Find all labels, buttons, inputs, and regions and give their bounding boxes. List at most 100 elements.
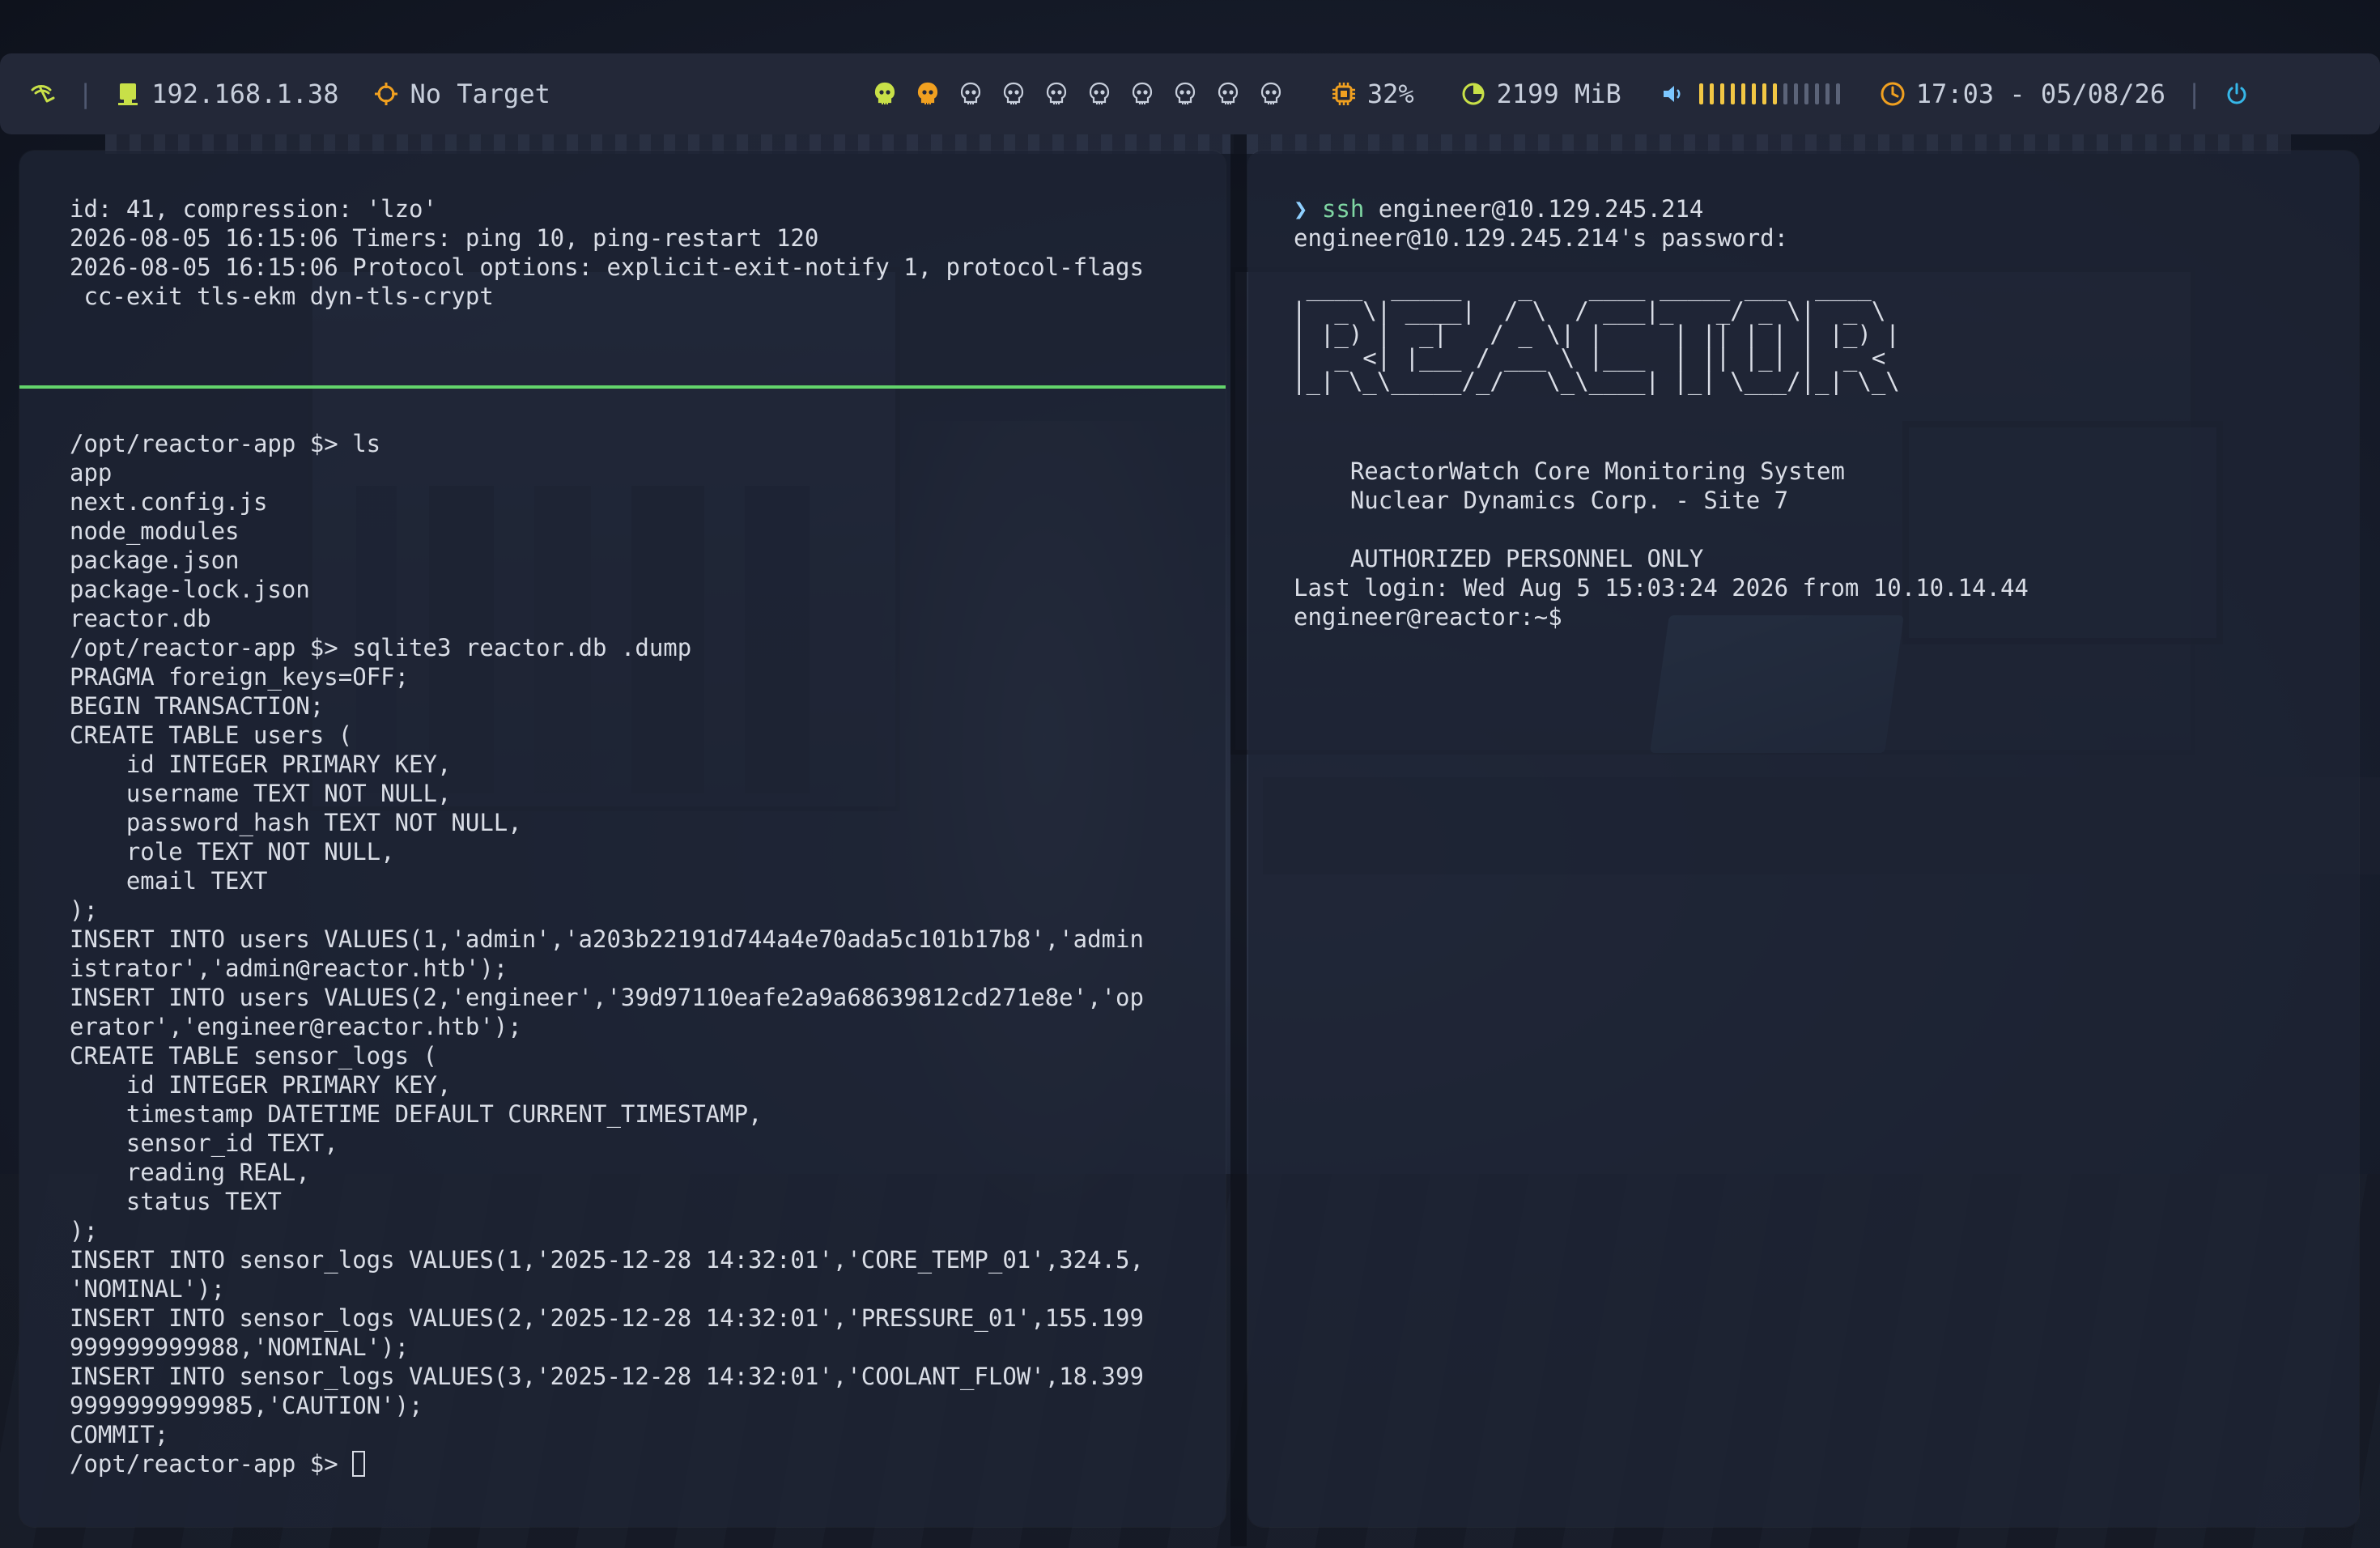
- workspace-skull-icon[interactable]: [874, 82, 895, 106]
- shell-prompt: /opt/reactor-app $>: [70, 1450, 353, 1478]
- motd-line: engineer@reactor:~$: [1294, 603, 1577, 631]
- output-line: reading REAL,: [70, 1159, 310, 1186]
- output-line: istrator','admin@reactor.htb');: [70, 955, 508, 982]
- volume-tick: [1804, 83, 1808, 104]
- volume-tick: [1762, 83, 1766, 104]
- workspace-skull-icon[interactable]: [1089, 82, 1110, 106]
- output-line: /opt/reactor-app $> sqlite3 reactor.db .…: [70, 634, 692, 661]
- output-line: COMMIT;: [70, 1421, 169, 1448]
- output-line: app: [70, 459, 113, 487]
- output-line: next.config.js: [70, 488, 268, 516]
- ssh-command: ssh: [1321, 195, 1365, 223]
- banner-line: |_| \_\_____/_/ \_\____| |_| \___/|_| \_…: [1292, 368, 1900, 395]
- output-line: role TEXT NOT NULL,: [70, 838, 395, 865]
- output-line: sensor_id TEXT,: [70, 1129, 338, 1157]
- output-line: BEGIN TRANSACTION;: [70, 692, 325, 720]
- motd-text: ReactorWatch Core Monitoring System Nucl…: [1294, 427, 2029, 632]
- clock: 17:03 - 05/08/26: [1915, 79, 2166, 109]
- ip-module[interactable]: 192.168.1.38: [114, 79, 338, 109]
- log-line: id: 41, compression: 'lzo': [70, 195, 437, 223]
- output-line: password_hash TEXT NOT NULL,: [70, 809, 522, 836]
- power-module[interactable]: [2223, 80, 2250, 108]
- desktop: | 192.168.1.38 No Target 32% 2199 MiB 17…: [0, 0, 2380, 1548]
- workspace-skull-icon[interactable]: [1132, 82, 1153, 106]
- bar-separator: |: [2187, 79, 2203, 109]
- terminal-cursor[interactable]: [352, 1451, 366, 1477]
- volume-tick: [1825, 83, 1830, 104]
- volume-tick: [1814, 83, 1819, 104]
- output-line: PRAGMA foreign_keys=OFF;: [70, 663, 410, 691]
- workspace-skull-icon[interactable]: [1218, 82, 1239, 106]
- motd-line: AUTHORIZED PERSONNEL ONLY: [1294, 545, 1704, 572]
- password-prompt: engineer@10.129.245.214's password:: [1294, 224, 1789, 252]
- shell-output: /opt/reactor-app $> ls app next.config.j…: [70, 429, 1144, 1478]
- memory-pie-icon: [1462, 83, 1485, 105]
- motd-line: Last login: Wed Aug 5 15:03:24 2026 from…: [1294, 574, 2029, 602]
- output-line: reactor.db: [70, 605, 211, 632]
- prompt-chevron: ❯: [1294, 195, 1308, 223]
- volume-module[interactable]: [1659, 80, 1840, 108]
- workspace-skull-icon[interactable]: [1003, 82, 1024, 106]
- bar-separator: |: [78, 79, 94, 109]
- motd-line: ReactorWatch Core Monitoring System: [1294, 457, 1845, 485]
- output-line: email TEXT: [70, 867, 268, 895]
- output-line: INSERT INTO sensor_logs VALUES(3,'2025-1…: [70, 1363, 1144, 1390]
- memory-module: 2199 MiB: [1460, 79, 1621, 109]
- ssh-args: engineer@10.129.245.214: [1364, 195, 1704, 223]
- output-line: id INTEGER PRIMARY KEY,: [70, 751, 452, 778]
- power-icon[interactable]: [2223, 80, 2250, 108]
- volume-tick: [1740, 83, 1745, 104]
- clock-icon: [1881, 82, 1905, 106]
- output-line: erator','engineer@reactor.htb');: [70, 1013, 522, 1040]
- workspace-skull-icon[interactable]: [1175, 82, 1196, 106]
- clock-module: 17:03 - 05/08/26: [1879, 79, 2165, 109]
- cpu-usage: 32%: [1366, 79, 1414, 109]
- openvpn-log: id: 41, compression: 'lzo' 2026-08-05 16…: [70, 194, 1144, 311]
- output-line: username TEXT NOT NULL,: [70, 780, 452, 807]
- cpu-icon: [1332, 83, 1355, 105]
- status-bar: | 192.168.1.38 No Target 32% 2199 MiB 17…: [0, 53, 2380, 134]
- menu-launcher[interactable]: [29, 80, 57, 108]
- output-line: node_modules: [70, 517, 240, 545]
- workspace-skull-icon[interactable]: [917, 82, 938, 106]
- hackthebox-icon[interactable]: [29, 80, 57, 108]
- output-line: );: [70, 1217, 98, 1244]
- log-line: 2026-08-05 16:15:06 Protocol options: ex…: [70, 253, 1144, 281]
- output-line: 999999999988,'NOMINAL');: [70, 1333, 410, 1361]
- computer-icon: [118, 83, 138, 105]
- workspace-skull-icon[interactable]: [1046, 82, 1067, 106]
- output-line: INSERT INTO users VALUES(1,'admin','a203…: [70, 925, 1144, 953]
- output-line: INSERT INTO sensor_logs VALUES(2,'2025-1…: [70, 1304, 1144, 1332]
- output-line: package.json: [70, 546, 240, 574]
- output-line: INSERT INTO sensor_logs VALUES(1,'2025-1…: [70, 1246, 1144, 1274]
- output-line: id INTEGER PRIMARY KEY,: [70, 1071, 452, 1099]
- volume-tick: [1751, 83, 1756, 104]
- reactor-ascii-banner: ____ _____ _ ____ _____ ___ ____ | _ \| …: [1292, 276, 1900, 393]
- output-line: );: [70, 896, 98, 924]
- terminal-right[interactable]: ❯ ssh engineer@10.129.245.214 engineer@1…: [1248, 151, 2359, 1527]
- log-line: 2026-08-05 16:15:06 Timers: ping 10, pin…: [70, 224, 819, 252]
- target-module[interactable]: No Target: [372, 79, 550, 109]
- workspace-skull-icon[interactable]: [960, 82, 981, 106]
- cpu-module: 32%: [1330, 79, 1414, 109]
- output-line: 'NOMINAL');: [70, 1275, 226, 1303]
- terminal-left[interactable]: id: 41, compression: 'lzo' 2026-08-05 16…: [19, 151, 1226, 1527]
- volume-tick: [1730, 83, 1735, 104]
- volume-tick: [1698, 83, 1703, 104]
- ssh-session-header: ❯ ssh engineer@10.129.245.214 engineer@1…: [1294, 194, 1788, 253]
- wallpaper-pillar: [1230, 130, 1247, 1546]
- ip-address: 192.168.1.38: [151, 79, 339, 109]
- volume-tick: [1719, 83, 1724, 104]
- volume-tick: [1793, 83, 1798, 104]
- volume-tick: [1835, 83, 1840, 104]
- workspace-skull-icon[interactable]: [1260, 82, 1281, 106]
- output-line: package-lock.json: [70, 576, 310, 603]
- output-line: 9999999999985,'CAUTION');: [70, 1392, 423, 1419]
- output-line: /opt/reactor-app $> ls: [70, 430, 381, 457]
- memory-usage: 2199 MiB: [1496, 79, 1621, 109]
- speaker-icon[interactable]: [1659, 80, 1686, 108]
- pane-split-divider[interactable]: [19, 385, 1226, 389]
- volume-tick: [1783, 83, 1787, 104]
- volume-level-bar[interactable]: [1698, 83, 1840, 104]
- output-line: status TEXT: [70, 1188, 282, 1215]
